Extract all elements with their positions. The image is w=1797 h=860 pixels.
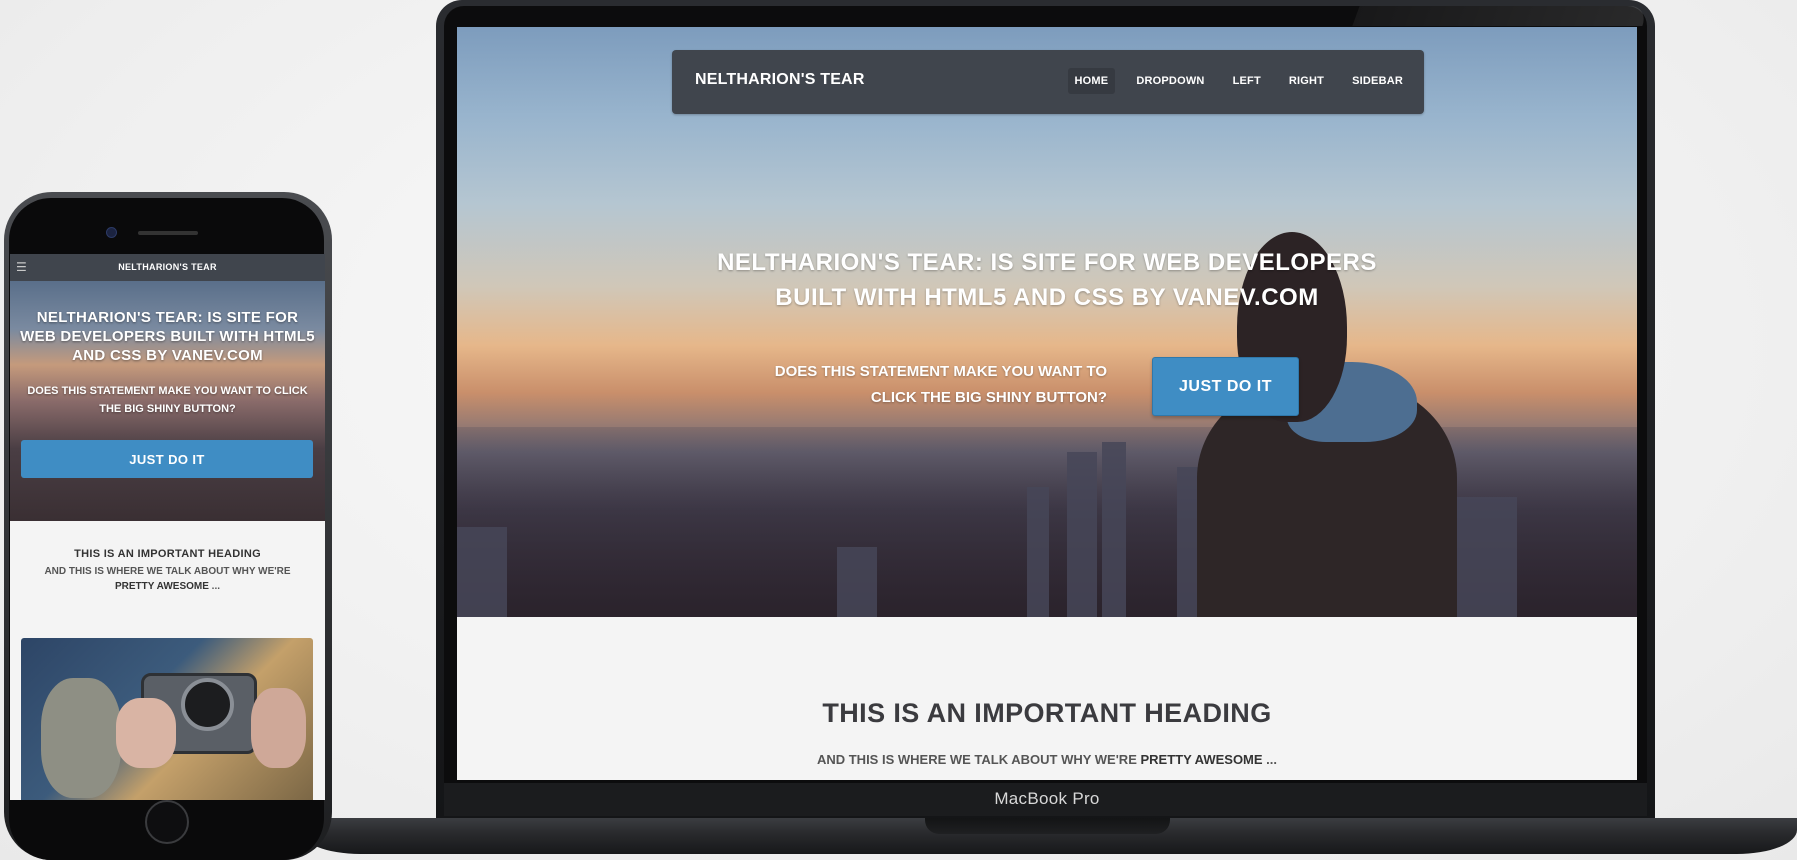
phone-sub-bold: PRETTY AWESOME [114,581,209,592]
hero-section: NELTHARION'S TEAR HOME DROPDOWN LEFT RIG… [457,27,1637,617]
phone-home-button[interactable] [145,800,189,844]
nav-links: HOME DROPDOWN LEFT RIGHT SIDEBAR [1060,68,1410,94]
laptop-model-label: MacBook Pro [994,789,1100,808]
city-skyline [457,427,1637,617]
hero-title-line1: NELTHARION'S TEAR: IS SITE FOR WEB DEVEL… [717,249,1377,276]
phone-section-subheading: AND THIS IS WHERE WE TALK ABOUT WHY WE'R… [25,564,310,594]
phone-sub-suffix: ... [208,581,221,592]
site-brand[interactable]: NELTHARION'S TEAR [695,71,865,89]
nav-left[interactable]: LEFT [1226,68,1268,94]
nav-home[interactable]: HOME [1067,68,1116,94]
laptop-glare [1352,6,1650,26]
hero-title: NELTHARION'S TEAR: IS SITE FOR WEB DEVEL… [717,245,1377,315]
section-sub-prefix: AND THIS IS WHERE WE TALK ABOUT WHY WE'R… [816,752,1141,767]
phone-screen: ☰ NELTHARION'S TEAR NELTHARION'S TEAR: I… [10,254,325,800]
phone-section-heading: THIS IS AN IMPORTANT HEADING [74,548,261,560]
navbar: NELTHARION'S TEAR HOME DROPDOWN LEFT RIG… [672,50,1424,114]
nav-sidebar[interactable]: SIDEBAR [1345,68,1410,94]
hero-question-line2: CLICK THE BIG SHINY BUTTON? [870,389,1107,406]
nav-right[interactable]: RIGHT [1282,68,1331,94]
phone-navbar: ☰ NELTHARION'S TEAR [10,254,325,281]
laptop-screen: NELTHARION'S TEAR HOME DROPDOWN LEFT RIG… [457,27,1637,780]
mockup-stage: NELTHARION'S TEAR HOME DROPDOWN LEFT RIG… [0,0,1797,860]
section-subheading: AND THIS IS WHERE WE TALK ABOUT WHY WE'R… [457,752,1637,767]
hero-question-line1: DOES THIS STATEMENT MAKE YOU WANT TO [774,363,1107,380]
phone-brand[interactable]: NELTHARION'S TEAR [10,262,325,272]
hero-question: DOES THIS STATEMENT MAKE YOU WANT TO CLI… [757,359,1107,411]
phone-camera-icon [106,227,117,238]
laptop-notch [925,818,1170,834]
camera-photo [21,638,313,800]
phone-hero-question: DOES THIS STATEMENT MAKE YOU WANT TO CLI… [27,385,308,415]
nav-dropdown[interactable]: DROPDOWN [1129,68,1211,94]
phone-hero-title: NELTHARION'S TEAR: IS SITE FOR WEB DEVEL… [20,309,315,364]
phone-speaker [138,231,198,235]
phone-sub-prefix: AND THIS IS WHERE WE TALK ABOUT WHY WE'R… [44,566,291,577]
phone-just-do-it-button[interactable]: JUST DO IT [21,440,313,478]
section-sub-suffix: ... [1262,752,1278,767]
hero-title-line2: BUILT WITH HTML5 AND CSS BY VANEV.COM [775,284,1319,311]
section-sub-bold: PRETTY AWESOME [1140,752,1263,767]
section-heading: THIS IS AN IMPORTANT HEADING [822,698,1272,728]
just-do-it-button[interactable]: JUST DO IT [1152,357,1299,416]
